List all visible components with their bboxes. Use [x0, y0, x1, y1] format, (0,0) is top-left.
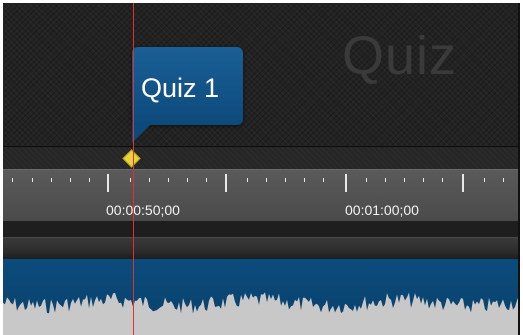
- panel-edge: [518, 3, 520, 335]
- ruler-tick: [247, 178, 248, 182]
- marker-strip[interactable]: [3, 147, 520, 169]
- ruler-major-tick: [107, 174, 109, 192]
- ruler-major-tick: [345, 174, 347, 192]
- ruler-tick: [366, 178, 367, 182]
- ruler-tick: [187, 178, 188, 182]
- quiz-marker-callout-tail: [132, 121, 154, 143]
- ruler-tick: [51, 178, 52, 182]
- ruler-time-label: 00:01:00;00: [345, 202, 419, 218]
- ruler-tick: [32, 178, 33, 182]
- ruler-tick: [442, 178, 443, 182]
- ruler-tick: [484, 178, 485, 182]
- playhead-line[interactable]: [133, 3, 134, 335]
- ruler-tick: [404, 178, 405, 182]
- ruler-tick: [385, 178, 386, 182]
- quiz-marker-label[interactable]: Quiz 1: [141, 73, 219, 104]
- timeline-panel: Quiz Quiz 1 00:00:50;00 00:01:00;00: [3, 3, 520, 335]
- ruler-time-label: 00:00:50;00: [106, 202, 180, 218]
- ruler-tick: [304, 178, 305, 182]
- waveform-shape: [3, 292, 520, 335]
- ruler-tick: [323, 178, 324, 182]
- quiz-track[interactable]: Quiz: [3, 3, 520, 148]
- ruler-tick: [149, 178, 150, 182]
- ruler-major-tick: [225, 174, 227, 192]
- ruler-gap: [3, 221, 520, 237]
- ruler-tick: [266, 178, 267, 182]
- ruler-major-tick: [462, 174, 464, 192]
- audio-track-header[interactable]: [3, 237, 520, 260]
- audio-waveform: [3, 292, 520, 335]
- ruler-tick: [285, 178, 286, 182]
- ruler-tick: [70, 178, 71, 182]
- ruler-tick: [168, 178, 169, 182]
- ruler-tick: [423, 178, 424, 182]
- quiz-track-watermark: Quiz: [342, 26, 458, 86]
- ruler-tick: [206, 178, 207, 182]
- ruler-tick: [503, 178, 504, 182]
- audio-clip[interactable]: [3, 259, 520, 335]
- ruler-tick: [12, 178, 13, 182]
- ruler-tick: [130, 178, 131, 182]
- ruler-tick: [89, 178, 90, 182]
- time-ruler[interactable]: 00:00:50;00 00:01:00;00: [3, 169, 520, 222]
